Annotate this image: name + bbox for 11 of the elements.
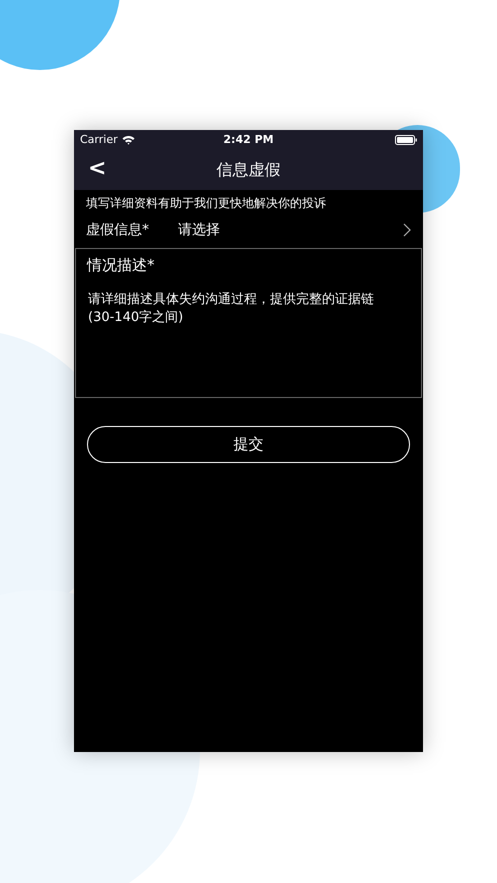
battery-icon: [394, 135, 417, 145]
chevron-right-icon: [403, 223, 411, 237]
status-time: 2:42 PM: [223, 132, 274, 148]
wifi-icon: [122, 135, 135, 145]
picker-row[interactable]: 虚假信息* 请选择: [74, 212, 423, 248]
submit-button[interactable]: 提交: [87, 426, 410, 463]
page-title: 信息虚假: [216, 159, 280, 181]
hint-text: 填写详细资料有助于我们更快地解决你的投诉: [85, 195, 327, 212]
description-label: 情况描述*: [87, 255, 154, 276]
carrier-label: Carrier: [80, 132, 118, 148]
back-button[interactable]: <: [88, 158, 106, 180]
